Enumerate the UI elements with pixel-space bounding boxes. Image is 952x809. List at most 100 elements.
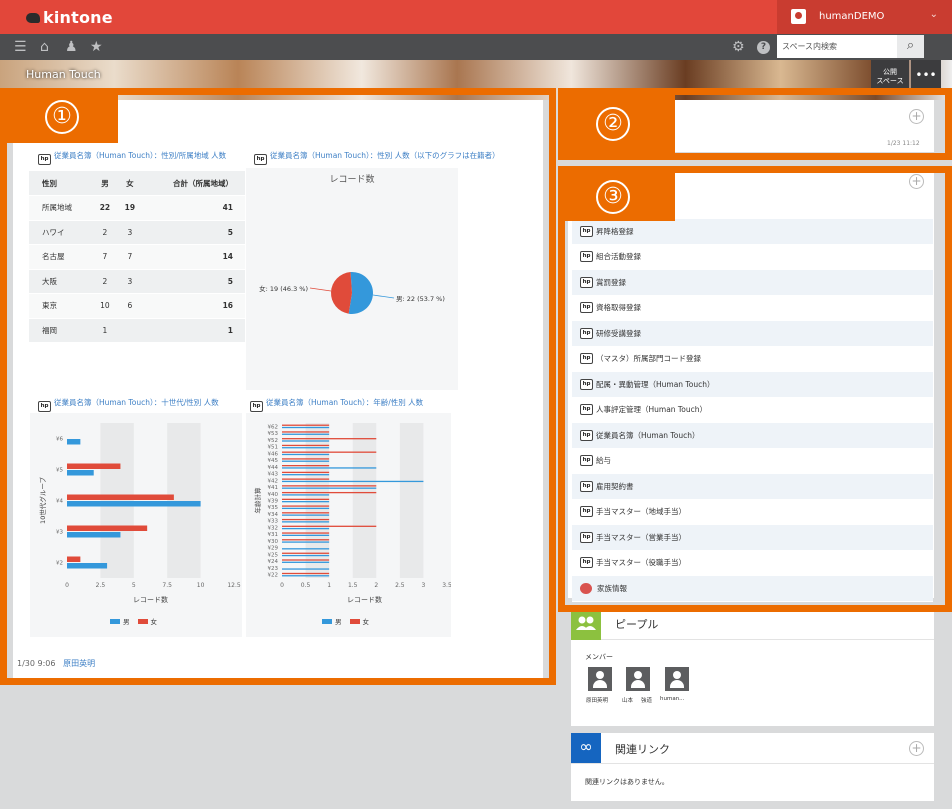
list-item[interactable]: hp 手当マスター（地域手当） <box>572 499 933 525</box>
tick-label: ¥2 <box>56 561 63 567</box>
pivot-table: 性別 男 女 合計（所属地域） 所属地域 22 19 41 ハワイ 2 3 5 名古屋 7 7 1… <box>29 171 245 343</box>
gear-icon[interactable]: ⚙ <box>732 39 745 55</box>
bar <box>282 525 377 527</box>
pie-slice <box>331 272 352 314</box>
list-item[interactable]: hp 手当マスター（役職手当） <box>572 550 933 576</box>
legend-label[interactable]: 男 <box>123 618 130 626</box>
tick-label: ¥42 <box>268 478 279 484</box>
callout-number-3: ③ <box>596 180 630 214</box>
member-name[interactable]: human... <box>660 696 684 702</box>
list-item[interactable]: hp 人事評定管理（Human Touch） <box>572 397 933 423</box>
tick-label: ¥41 <box>268 485 279 491</box>
member-name[interactable]: 強道 <box>641 696 652 704</box>
member-avatar[interactable] <box>665 667 689 691</box>
legend-swatch <box>110 619 120 624</box>
star-icon[interactable]: ★ <box>90 39 103 55</box>
pie-report-title[interactable]: hp 従業員名簿（Human Touch）：性別 人数（以下のグラフは在籍者） <box>254 150 500 165</box>
people-header: ピープル <box>571 606 934 640</box>
list-item[interactable]: 家族情報 <box>572 576 933 602</box>
list-item[interactable]: hp （マスタ）所属部門コード登録 <box>572 346 933 372</box>
list-item[interactable]: hp 昇降格登録 <box>572 219 933 245</box>
tick-label: 0.5 <box>301 582 311 589</box>
public-space-button[interactable]: 公開 スペース <box>871 60 909 92</box>
member-avatar[interactable] <box>626 667 650 691</box>
bar <box>67 501 201 507</box>
app-icon: hp <box>580 531 593 543</box>
bar1-report-title[interactable]: hp 従業員名簿（Human Touch）：十世代/性別 人数 <box>38 397 219 412</box>
kintone-logo[interactable]: kintone <box>26 8 113 27</box>
table-report-title[interactable]: hp 従業員名簿（Human Touch）：性別/所属地域 人数 <box>38 150 226 165</box>
legend-label[interactable]: 男 <box>335 618 342 626</box>
family-icon <box>580 582 592 594</box>
list-item[interactable]: hp 研修受講登録 <box>572 321 933 347</box>
bar <box>282 453 330 456</box>
app-name: 手当マスター（役職手当） <box>596 558 686 568</box>
legend-swatch <box>322 619 332 624</box>
table-row: ハワイ 2 3 5 <box>29 220 245 245</box>
bar <box>282 438 377 440</box>
app-name: 賞罰登録 <box>596 277 626 287</box>
app-name: 手当マスター（営業手当） <box>596 532 686 542</box>
tick-label: ¥23 <box>268 566 279 572</box>
home-icon[interactable]: ⌂ <box>40 39 49 55</box>
list-item[interactable]: hp 手当マスター（営業手当） <box>572 525 933 551</box>
table-cell: 10 <box>92 293 118 319</box>
user-menu[interactable]: humanDEMO ⌄ <box>777 0 952 34</box>
member-avatar[interactable] <box>588 667 612 691</box>
tick-label: ¥40 <box>268 492 279 498</box>
table-row: 大阪 2 3 5 <box>29 269 245 294</box>
post-author[interactable]: 原田英明 <box>63 659 95 668</box>
app-name: 配属・異動管理（Human Touch） <box>596 379 715 389</box>
list-item[interactable]: hp 雇用契約書 <box>572 474 933 500</box>
list-item[interactable]: hp 組合活動登録 <box>572 244 933 270</box>
table-cell: 1 <box>142 318 245 343</box>
tick-label: ¥35 <box>268 505 279 511</box>
column-header: 性別 <box>29 171 93 196</box>
bar <box>282 512 330 514</box>
app-icon: hp <box>580 327 593 339</box>
y-axis-label: 年齢計算 <box>253 487 262 514</box>
bell-icon[interactable]: ♟ <box>65 39 78 55</box>
add-icon[interactable]: + <box>909 741 924 756</box>
help-icon[interactable]: ? <box>757 41 770 54</box>
tick-label: ¥43 <box>268 472 279 478</box>
app-icon: hp <box>38 154 51 165</box>
menu-icon[interactable]: ☰ <box>14 39 27 55</box>
app-name: 研修受講登録 <box>596 328 641 338</box>
tick-label: ¥25 <box>268 552 279 558</box>
bar <box>282 521 330 523</box>
list-item[interactable]: hp 賞罰登録 <box>572 270 933 296</box>
legend-label[interactable]: 女 <box>363 618 370 626</box>
search-input[interactable]: スペース内検索 <box>777 35 897 58</box>
list-item[interactable]: hp 給与 <box>572 448 933 474</box>
list-item[interactable]: hp 従業員名簿（Human Touch） <box>572 423 933 449</box>
app-name: 従業員名簿（Human Touch） <box>596 430 700 440</box>
app-icon: hp <box>580 404 593 416</box>
tick-label: ¥62 <box>268 424 279 430</box>
column-header: 男 <box>92 171 118 196</box>
bar <box>67 532 121 538</box>
callout-number-1: ① <box>45 100 79 134</box>
table-cell: 名古屋 <box>29 244 93 270</box>
member-name[interactable]: 原田英明 <box>586 696 608 704</box>
tick-label: ¥4 <box>56 499 63 505</box>
list-item[interactable]: hp 資格取得登録 <box>572 295 933 321</box>
tick-label: ¥34 <box>268 512 279 518</box>
add-icon[interactable]: + <box>909 174 924 189</box>
app-icon: hp <box>580 506 593 518</box>
callout-number-2: ② <box>596 107 630 141</box>
tick-label: ¥46 <box>268 451 279 457</box>
bar <box>282 426 330 429</box>
member-name[interactable]: 山本 <box>622 696 633 704</box>
table-cell: 6 <box>117 293 143 319</box>
tick-label: 3.5 <box>442 582 451 589</box>
add-icon[interactable]: + <box>909 109 924 124</box>
legend-swatch <box>137 619 148 624</box>
search-icon[interactable]: ⌕ <box>897 35 924 58</box>
bar2-report-title[interactable]: hp 従業員名簿（Human Touch）：年齢/性別 人数 <box>250 397 423 412</box>
list-item[interactable]: hp 配属・異動管理（Human Touch） <box>572 372 933 398</box>
table-row: 所属地域 22 19 41 <box>29 195 245 221</box>
legend-label[interactable]: 女 <box>151 618 158 626</box>
bar <box>67 525 148 531</box>
more-options-button[interactable]: ••• <box>911 60 941 92</box>
